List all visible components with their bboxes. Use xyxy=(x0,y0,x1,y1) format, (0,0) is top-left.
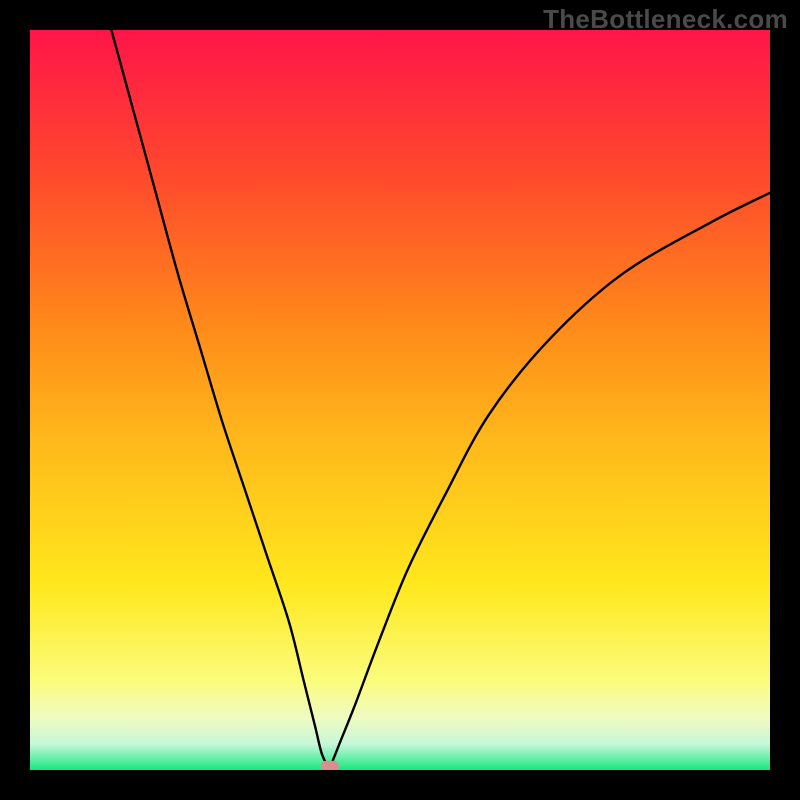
chart-frame: TheBottleneck.com xyxy=(0,0,800,800)
attribution-text: TheBottleneck.com xyxy=(543,4,788,35)
optimum-marker xyxy=(321,761,339,770)
bottleneck-plot xyxy=(30,30,770,770)
